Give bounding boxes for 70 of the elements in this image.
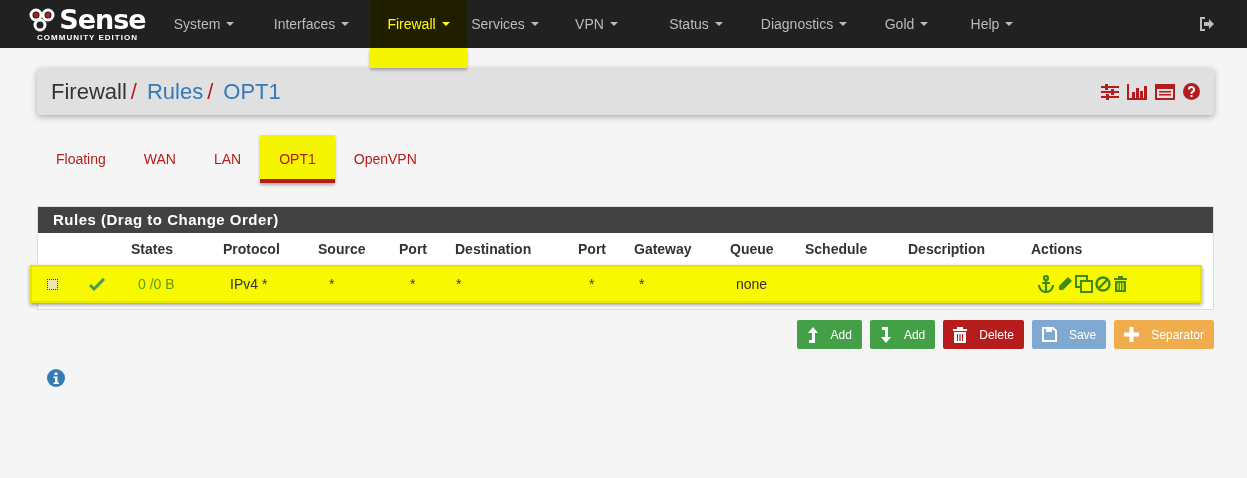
nav-menu[interactable]: Interfaces [253,0,370,48]
caret-icon [714,22,723,26]
pencil-icon[interactable] [1057,276,1073,292]
tab[interactable]: OpenVPN [334,135,436,183]
column-header: States [131,239,175,259]
caret-icon [1005,22,1014,26]
tab[interactable]: LAN [194,135,261,183]
nav-menu[interactable]: System [155,0,253,48]
breadcrumb-link[interactable]: OPT1 [223,75,281,108]
logo-subtitle: COMMUNITY EDITION [37,34,138,42]
disable-icon[interactable] [1095,276,1111,292]
table-cell-text: * [588,274,596,294]
nav-menu[interactable]: VPN [543,0,650,48]
tab[interactable]: Floating [37,135,125,183]
caret-icon [839,22,848,26]
table-cell-text: * [328,274,336,294]
caret-icon [920,22,929,26]
column-header: Description [908,239,986,259]
nav-menu[interactable]: Help [947,0,1037,48]
help-icon[interactable] [1183,83,1200,100]
caret-icon [226,22,235,26]
caret-icon [609,22,618,26]
caret-icon [530,22,539,26]
nav-menu[interactable]: Status [650,0,742,48]
add-bottom-button[interactable]: Add [869,320,936,349]
delete-button[interactable]: Delete [943,320,1024,349]
breadcrumb-separator: / [207,78,214,106]
table-cell-text: * [638,274,646,294]
trash-icon[interactable] [1113,276,1128,292]
column-header: Queue [730,239,775,259]
copy-icon[interactable] [1075,275,1093,293]
column-header: Port [578,239,607,259]
table-cell-text: IPv4 * [229,274,269,294]
breadcrumb-link[interactable]: Rules [146,75,204,108]
caret-icon [341,22,350,26]
breadcrumb-text: Firewall [51,78,127,106]
info-icon[interactable] [47,369,65,387]
column-header: Port [399,239,428,259]
column-header: Schedule [805,239,869,259]
nav-menu[interactable]: Services [467,0,543,48]
logout-icon[interactable] [1199,17,1215,31]
table-cell-text: * [456,274,463,294]
table-cell-text: none [735,274,769,294]
column-header: Actions [1031,239,1084,259]
column-header: Source [318,239,367,259]
breadcrumb-separator: / [130,78,137,106]
arrow-down-icon [879,326,892,343]
caret-icon [441,22,450,26]
nav-menu[interactable]: Gold [866,0,947,48]
sliders-icon[interactable] [1101,83,1119,100]
list-window-icon[interactable] [1155,83,1175,100]
column-header: Protocol [223,239,281,259]
bar-chart-icon[interactable] [1127,83,1147,100]
logo-text: Sense [59,6,146,33]
arrow-up-icon [806,326,819,343]
rule-row[interactable]: 0 /0 B IPv4 * * * * * * none [30,265,1202,303]
panel-title: Rules (Drag to Change Order) [38,207,1213,233]
column-header: Gateway [634,239,693,259]
nav-menu[interactable]: Firewall [370,0,467,48]
nav-menu[interactable]: Diagnostics [742,0,866,48]
tab[interactable]: OPT1 [260,135,335,183]
trash-icon [953,326,968,343]
add-top-button[interactable]: Add [796,320,862,349]
table-cell-text: 0 /0 B [137,274,176,294]
anchor-icon[interactable] [1037,275,1055,293]
plus-icon [1124,327,1140,342]
checkbox[interactable] [47,278,58,290]
tab[interactable]: WAN [124,135,195,183]
table-cell-text: * [409,274,417,294]
column-header: Destination [455,239,533,259]
